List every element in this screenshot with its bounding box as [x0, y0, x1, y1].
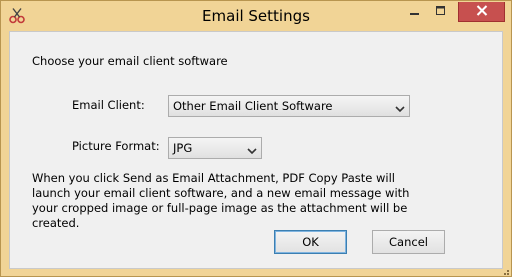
- ok-button[interactable]: OK: [274, 230, 347, 254]
- chevron-down-icon: [395, 102, 405, 113]
- minimize-button[interactable]: [402, 2, 428, 22]
- maximize-button[interactable]: [428, 2, 454, 22]
- dialog-body: Choose your email client software Email …: [9, 31, 503, 269]
- picture-format-select[interactable]: JPG: [168, 137, 262, 159]
- email-client-select[interactable]: Other Email Client Software: [168, 95, 410, 117]
- description-text: When you click Send as Email Attachment,…: [32, 171, 410, 230]
- title-bar[interactable]: Email Settings: [1, 1, 511, 30]
- email-settings-window: Email Settings Choose your email client …: [0, 0, 512, 277]
- close-button[interactable]: [458, 2, 505, 22]
- minimize-icon: [410, 5, 420, 19]
- chevron-down-icon: [247, 144, 257, 155]
- email-client-value: Other Email Client Software: [173, 99, 333, 113]
- picture-format-value: JPG: [173, 141, 193, 155]
- resize-grip-icon[interactable]: [500, 265, 510, 275]
- picture-format-label: Picture Format:: [72, 139, 160, 153]
- email-client-label: Email Client:: [72, 98, 145, 112]
- cancel-button[interactable]: Cancel: [372, 230, 445, 254]
- intro-text: Choose your email client software: [32, 54, 228, 68]
- close-icon: [476, 4, 488, 19]
- maximize-icon: [436, 5, 446, 19]
